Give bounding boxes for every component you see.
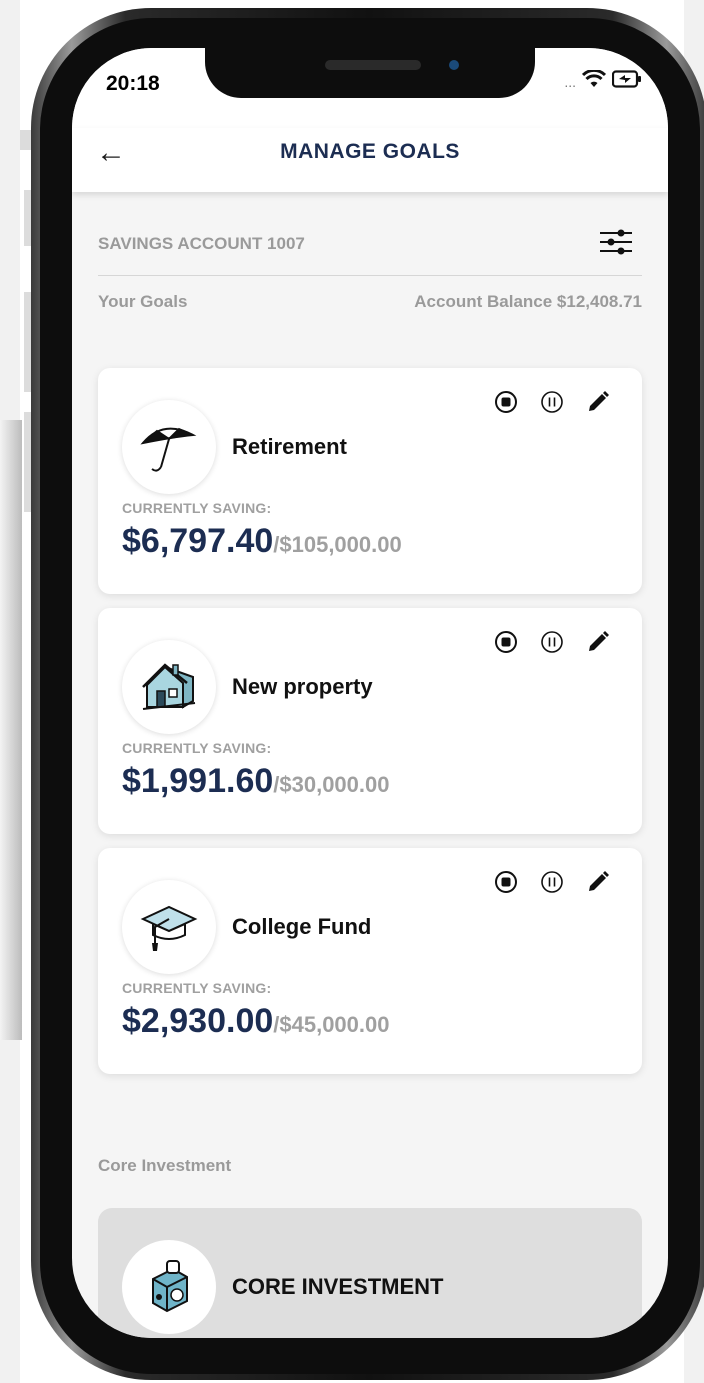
speaker-grille	[325, 60, 421, 70]
stop-icon[interactable]	[494, 870, 518, 894]
target-amount: /$30,000.00	[273, 772, 390, 797]
target-amount: /$45,000.00	[273, 1012, 390, 1037]
saving-amounts: $2,930.00/$45,000.00	[122, 1002, 390, 1041]
phone-notch	[205, 48, 535, 98]
wifi-icon	[581, 68, 607, 93]
house-icon	[122, 640, 216, 734]
card-actions	[494, 390, 610, 414]
front-camera	[449, 60, 459, 70]
edit-pencil-icon[interactable]	[586, 870, 610, 894]
target-amount: /$105,000.00	[273, 532, 402, 557]
saving-label: CURRENTLY SAVING:	[122, 500, 272, 516]
goal-card-new-property[interactable]: New property CURRENTLY SAVING: $1,991.60…	[98, 608, 642, 834]
core-investment-card[interactable]: CORE INVESTMENT	[98, 1208, 642, 1338]
saving-label: CURRENTLY SAVING:	[122, 740, 272, 756]
saving-label: CURRENTLY SAVING:	[122, 980, 272, 996]
pause-icon[interactable]	[540, 390, 564, 414]
core-investment-title: CORE INVESTMENT	[232, 1274, 444, 1299]
status-dots: ...	[564, 73, 576, 90]
edit-pencil-icon[interactable]	[586, 630, 610, 654]
background-shadow	[0, 420, 22, 1040]
status-icons: ...	[564, 68, 642, 93]
money-jar-icon	[122, 1240, 216, 1334]
phone-screen: 20:18 ... ← MANAGE GOALS SAVINGS ACCOUNT…	[72, 48, 668, 1338]
stop-icon[interactable]	[494, 390, 518, 414]
saving-amounts: $1,991.60/$30,000.00	[122, 762, 390, 801]
your-goals-label: Your Goals	[98, 292, 188, 311]
pause-icon[interactable]	[540, 870, 564, 894]
goal-name: College Fund	[232, 914, 372, 939]
account-name: SAVINGS ACCOUNT 1007	[98, 234, 305, 253]
graduation-cap-icon	[122, 880, 216, 974]
status-time: 20:18	[106, 72, 160, 95]
stop-icon[interactable]	[494, 630, 518, 654]
goal-card-college-fund[interactable]: College Fund CURRENTLY SAVING: $2,930.00…	[98, 848, 642, 1074]
card-actions	[494, 630, 610, 654]
core-investment-section-label: Core Investment	[98, 1156, 232, 1175]
page-title: MANAGE GOALS	[280, 140, 460, 163]
edit-pencil-icon[interactable]	[586, 390, 610, 414]
goal-name: New property	[232, 674, 373, 699]
goal-card-retirement[interactable]: Retirement CURRENTLY SAVING: $6,797.40/$…	[98, 368, 642, 594]
card-actions	[494, 870, 610, 894]
nav-header: ← MANAGE GOALS	[72, 128, 668, 192]
current-amount: $6,797.40	[122, 522, 274, 560]
divider	[98, 275, 642, 276]
saving-amounts: $6,797.40/$105,000.00	[122, 522, 402, 561]
battery-charging-icon	[611, 70, 642, 93]
current-amount: $2,930.00	[122, 1002, 274, 1040]
account-balance: Account Balance $12,408.71	[414, 292, 642, 311]
umbrella-icon	[122, 400, 216, 494]
current-amount: $1,991.60	[122, 762, 274, 800]
goal-name: Retirement	[232, 434, 347, 459]
pause-icon[interactable]	[540, 630, 564, 654]
sliders-icon[interactable]	[599, 226, 633, 258]
